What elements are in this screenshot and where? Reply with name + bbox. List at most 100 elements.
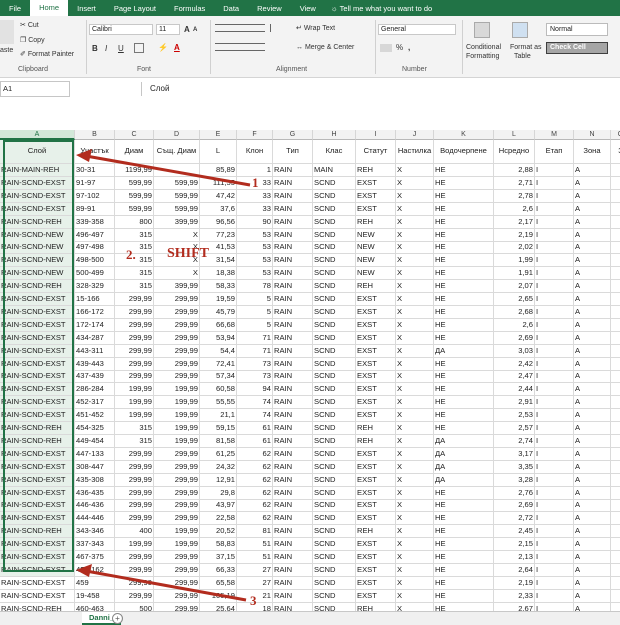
data-cell[interactable]: НЕ [434,422,494,435]
data-cell[interactable]: 299,99 [115,512,154,526]
data-cell[interactable]: 299,99 [115,473,154,487]
data-cell[interactable]: X [396,370,434,384]
data-cell[interactable]: 53 [237,241,273,255]
data-cell[interactable]: 53 [237,254,273,268]
data-cell[interactable]: SCND [313,305,356,319]
data-cell[interactable] [611,358,620,371]
data-cell[interactable]: X [396,422,434,435]
data-cell[interactable] [611,319,620,332]
data-cell[interactable]: 58,33 [200,280,237,294]
data-cell[interactable]: SCND [313,318,356,332]
data-cell[interactable]: 449-454 [75,434,115,448]
data-cell[interactable]: 599,99 [115,202,154,216]
data-cell[interactable]: 299,99 [115,344,154,358]
data-cell[interactable]: 30-31 [75,164,115,177]
data-cell[interactable]: EXST [356,409,396,423]
conditional-formatting-label[interactable]: Conditional [466,43,501,52]
style-check-cell[interactable]: Check Cell [546,42,608,54]
data-cell[interactable]: 47,42 [200,189,237,203]
data-cell[interactable]: A [574,344,611,358]
layer-cell[interactable]: RAIN-SCND-NEW [0,254,75,268]
data-cell[interactable]: SCND [313,486,356,500]
data-cell[interactable]: 81,58 [200,434,237,448]
data-cell[interactable]: НЕ [434,538,494,552]
data-cell[interactable]: REH [356,525,396,539]
data-cell[interactable]: 299,99 [154,589,200,603]
data-cell[interactable]: 1199,99 [115,164,154,177]
data-cell[interactable] [611,306,620,319]
data-cell[interactable]: 62 [237,447,273,461]
data-cell[interactable]: RAIN [273,551,313,564]
data-cell[interactable]: EXST [356,202,396,216]
data-cell[interactable]: НЕ [434,215,494,229]
data-cell[interactable] [611,538,620,552]
data-cell[interactable]: 299,99 [115,357,154,371]
data-cell[interactable]: 339-358 [75,215,115,229]
data-cell[interactable]: RAIN [273,331,313,345]
data-cell[interactable] [611,177,620,190]
tab-home[interactable]: Home [30,0,69,16]
header-cell[interactable]: З [611,140,620,164]
data-cell[interactable]: 97-102 [75,189,115,203]
data-cell[interactable]: NEW [356,267,396,281]
data-cell[interactable]: НЕ [434,551,494,564]
layer-cell[interactable]: RAIN-SCND-EXST [0,357,75,371]
data-cell[interactable]: A [574,267,611,281]
data-cell[interactable]: EXST [356,499,396,513]
data-cell[interactable]: I [535,305,574,319]
data-cell[interactable]: SCND [313,344,356,358]
data-cell[interactable]: RAIN [273,434,313,448]
data-cell[interactable]: A [574,189,611,203]
data-cell[interactable]: EXST [356,486,396,500]
data-cell[interactable]: X [396,473,434,487]
data-cell[interactable]: 286-284 [75,383,115,397]
data-cell[interactable] [611,293,620,306]
column-header-c[interactable]: C [115,130,154,140]
data-cell[interactable]: 61 [237,422,273,435]
layer-cell[interactable]: RAIN-SCND-EXST [0,293,75,306]
data-cell[interactable]: 3,17 [494,447,535,461]
data-cell[interactable]: 599,99 [115,189,154,203]
data-cell[interactable]: 3,03 [494,344,535,358]
data-cell[interactable] [611,229,620,242]
data-cell[interactable]: RAIN [273,176,313,190]
data-cell[interactable]: A [574,538,611,552]
data-cell[interactable]: 61 [237,434,273,448]
currency-icon[interactable] [380,44,392,52]
data-cell[interactable]: 315 [115,267,154,281]
data-cell[interactable]: 299,99 [154,344,200,358]
data-cell[interactable]: SCND [313,473,356,487]
format-as-table-label-2[interactable]: Table [514,52,531,61]
data-cell[interactable]: RAIN [273,512,313,526]
data-cell[interactable]: НЕ [434,512,494,526]
data-cell[interactable] [611,190,620,203]
data-cell[interactable]: RAIN [273,460,313,474]
data-cell[interactable]: 2,6 [494,318,535,332]
data-cell[interactable]: RAIN [273,228,313,242]
data-cell[interactable]: EXST [356,551,396,564]
data-cell[interactable]: RAIN [273,305,313,319]
data-cell[interactable]: 19-458 [75,589,115,603]
data-cell[interactable]: RAIN [273,422,313,435]
data-cell[interactable]: NEW [356,228,396,242]
data-cell[interactable]: RAIN [273,241,313,255]
copy-button[interactable]: ❐ Copy [20,36,45,45]
paste-icon[interactable] [0,20,14,44]
layer-cell[interactable]: RAIN-SCND-EXST [0,189,75,203]
data-cell[interactable]: 2,71 [494,176,535,190]
data-cell[interactable]: I [535,460,574,474]
data-cell[interactable]: 45,79 [200,305,237,319]
data-cell[interactable] [154,164,200,177]
data-cell[interactable]: 2,68 [494,305,535,319]
data-cell[interactable] [611,216,620,229]
data-cell[interactable]: НЕ [434,228,494,242]
data-cell[interactable]: I [535,434,574,448]
data-cell[interactable]: 343-346 [75,525,115,539]
data-cell[interactable]: SCND [313,589,356,603]
header-cell[interactable]: Клон [237,140,273,164]
data-cell[interactable]: EXST [356,318,396,332]
column-header-k[interactable]: K [434,130,494,140]
data-cell[interactable]: НЕ [434,280,494,294]
data-cell[interactable]: RAIN [273,202,313,216]
data-cell[interactable]: 3,28 [494,473,535,487]
